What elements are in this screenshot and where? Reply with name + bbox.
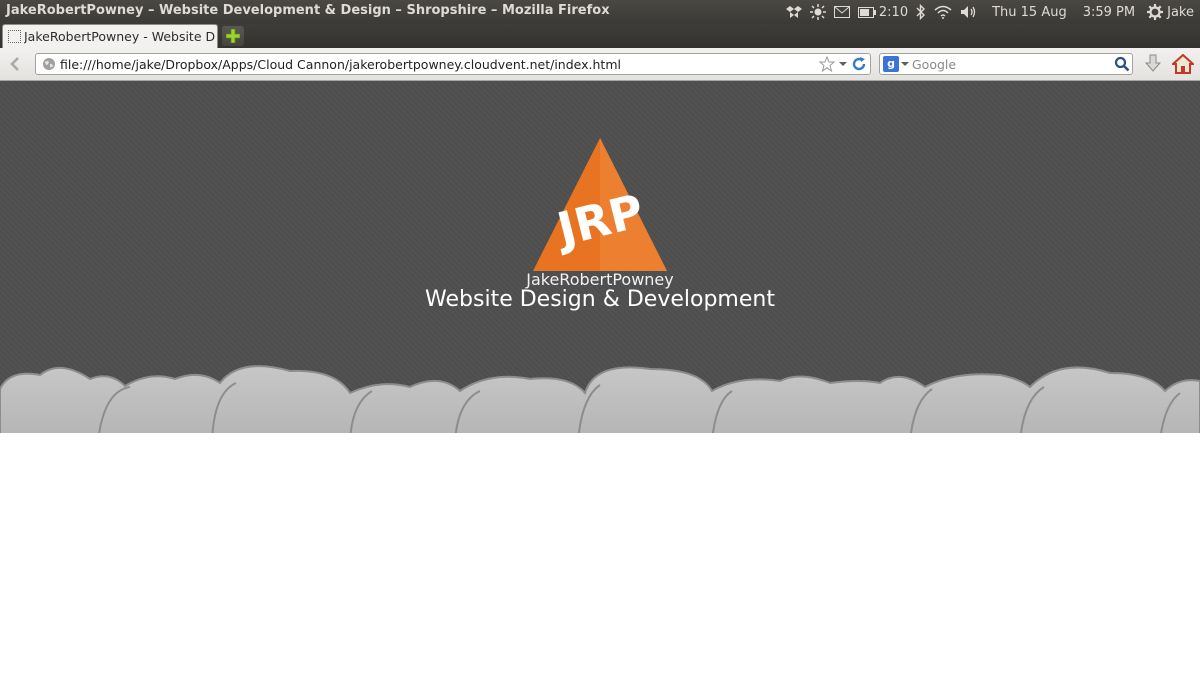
- volume-icon[interactable]: [960, 5, 978, 19]
- url-text[interactable]: file:///home/jake/Dropbox/Apps/Cloud Can…: [60, 57, 621, 72]
- system-tray: 2:10 Thu 15 Aug 3:59 PM Jake: [778, 0, 1194, 24]
- reload-icon[interactable]: [851, 56, 867, 72]
- tab-label: JakeRobertPowney - Website D...: [24, 29, 216, 44]
- battery-time: 2:10: [878, 4, 909, 20]
- home-icon: [1172, 54, 1194, 74]
- tab-active[interactable]: JakeRobertPowney - Website D...: [2, 24, 218, 48]
- page-favicon-icon: [8, 30, 21, 43]
- user-name[interactable]: Jake: [1167, 5, 1194, 20]
- new-tab-button[interactable]: [222, 26, 244, 46]
- globe-icon: [43, 58, 55, 70]
- google-engine-icon[interactable]: g: [883, 56, 899, 72]
- window-title: JakeRobertPowney – Website Development &…: [6, 3, 610, 18]
- wifi-icon[interactable]: [934, 5, 952, 19]
- back-button[interactable]: [4, 53, 26, 75]
- gear-icon[interactable]: [1147, 4, 1164, 20]
- back-arrow-icon: [10, 57, 19, 71]
- dropbox-icon[interactable]: [785, 5, 802, 19]
- search-icon[interactable]: [1114, 56, 1130, 72]
- tagline: Website Design & Development: [425, 287, 775, 312]
- jrp-logo[interactable]: JRP: [533, 138, 667, 274]
- navigation-toolbar: file:///home/jake/Dropbox/Apps/Cloud Can…: [0, 48, 1200, 81]
- top-panel: JakeRobertPowney – Website Development &…: [0, 0, 1200, 24]
- bluetooth-icon[interactable]: [916, 4, 926, 20]
- hero-section: JRP JakeRobertPowney Website Design & De…: [0, 81, 1200, 433]
- plus-icon: [226, 29, 240, 43]
- clock-time[interactable]: 3:59 PM: [1083, 5, 1135, 20]
- download-arrow-icon: [1145, 54, 1161, 72]
- clock-date[interactable]: Thu 15 Aug: [992, 5, 1067, 20]
- bookmark-star-icon[interactable]: [819, 56, 835, 72]
- battery-icon[interactable]: [857, 6, 876, 18]
- url-bar[interactable]: file:///home/jake/Dropbox/Apps/Cloud Can…: [35, 53, 871, 75]
- history-dropdown-icon[interactable]: [838, 56, 848, 72]
- search-engine-dropdown-icon[interactable]: [901, 57, 909, 71]
- home-button[interactable]: [1171, 52, 1195, 76]
- search-bar[interactable]: g: [879, 53, 1133, 75]
- search-input[interactable]: [912, 56, 1108, 72]
- brightness-icon[interactable]: [809, 4, 826, 20]
- clouds-decoration: [0, 365, 1200, 433]
- mail-icon[interactable]: [833, 6, 850, 18]
- downloads-button[interactable]: [1142, 53, 1164, 75]
- page-body: [0, 433, 1200, 675]
